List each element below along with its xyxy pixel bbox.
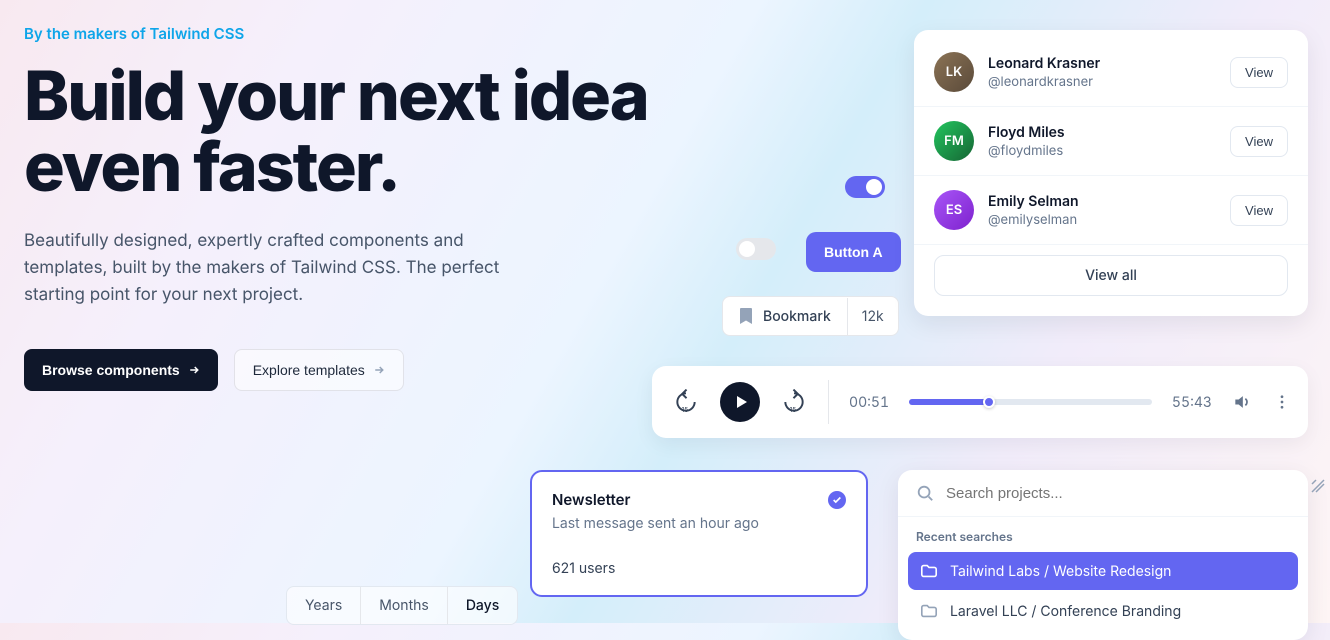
progress-track[interactable]: [909, 399, 1152, 405]
view-button[interactable]: View: [1230, 126, 1288, 157]
button-a[interactable]: Button A: [806, 232, 901, 272]
newsletter-users: 621 users: [552, 560, 846, 577]
newsletter-header: Newsletter: [552, 490, 846, 509]
person-name: Floyd Miles: [988, 124, 1230, 141]
newsletter-subtitle: Last message sent an hour ago: [552, 515, 846, 532]
view-button[interactable]: View: [1230, 195, 1288, 226]
person-row: FM Floyd Miles @floydmiles View: [914, 107, 1308, 176]
explore-templates-label: Explore templates: [253, 362, 365, 378]
person-row: ES Emily Selman @emilyselman View: [914, 176, 1308, 245]
toggle-knob: [739, 241, 755, 257]
headline: Build your next idea even faster.: [24, 61, 684, 204]
toggle-off[interactable]: [736, 238, 776, 260]
view-button[interactable]: View: [1230, 57, 1288, 88]
search-result-label: Laravel LLC / Conference Branding: [950, 603, 1181, 620]
divider: [828, 380, 829, 424]
search-result[interactable]: Tailwind Labs / Website Redesign: [908, 552, 1298, 590]
search-panel: Recent searches Tailwind Labs / Website …: [898, 470, 1308, 640]
view-all-button[interactable]: View all: [934, 255, 1288, 296]
resize-handle-icon: [1310, 478, 1326, 494]
segment-years[interactable]: Years: [287, 587, 361, 624]
explore-templates-button[interactable]: Explore templates: [234, 349, 404, 391]
person-handle: @emilyselman: [988, 212, 1230, 228]
volume-icon: [1232, 392, 1252, 412]
browse-components-label: Browse components: [42, 362, 180, 378]
recent-searches-label: Recent searches: [898, 517, 1308, 550]
cta-row: Browse components Explore templates: [24, 349, 684, 391]
person-name: Emily Selman: [988, 193, 1230, 210]
avatar: FM: [934, 121, 974, 161]
progress-fill: [909, 399, 989, 405]
avatar: LK: [934, 52, 974, 92]
browse-components-button[interactable]: Browse components: [24, 349, 218, 391]
person-info: Leonard Krasner @leonardkrasner: [988, 55, 1230, 90]
person-info: Floyd Miles @floydmiles: [988, 124, 1230, 159]
arrow-right-icon: [188, 364, 200, 376]
eyebrow-text: By the makers of Tailwind CSS: [24, 24, 684, 43]
subheadline: Beautifully designed, expertly crafted c…: [24, 228, 544, 310]
arrow-right-icon: [373, 364, 385, 376]
search-icon: [916, 484, 934, 502]
search-row: [898, 470, 1308, 517]
audio-player: 15 15 00:51 55:43: [652, 366, 1308, 438]
folder-icon: [920, 562, 938, 580]
current-time: 00:51: [849, 394, 889, 411]
bookmark-button[interactable]: Bookmark 12k: [722, 296, 899, 336]
progress-handle[interactable]: [983, 396, 995, 408]
check-badge: [828, 491, 846, 509]
person-info: Emily Selman @emilyselman: [988, 193, 1230, 228]
newsletter-card[interactable]: Newsletter Last message sent an hour ago…: [530, 470, 868, 597]
svg-text:15: 15: [790, 406, 797, 414]
people-card: LK Leonard Krasner @leonardkrasner View …: [914, 30, 1308, 316]
volume-button[interactable]: [1232, 392, 1252, 412]
person-row: LK Leonard Krasner @leonardkrasner View: [914, 38, 1308, 107]
search-result[interactable]: Laravel LLC / Conference Branding: [908, 592, 1298, 630]
segmented-control: Years Months Days: [286, 586, 518, 625]
search-input[interactable]: [946, 485, 1290, 502]
rewind-15-button[interactable]: 15: [672, 388, 700, 416]
check-icon: [832, 495, 842, 505]
segment-months[interactable]: Months: [361, 587, 448, 624]
bookmark-icon: [739, 307, 753, 325]
total-time: 55:43: [1172, 394, 1212, 411]
toggle-knob: [866, 179, 882, 195]
toggle-on[interactable]: [845, 176, 885, 198]
svg-text:15: 15: [682, 406, 689, 414]
bookmark-left: Bookmark: [723, 297, 847, 335]
person-handle: @floydmiles: [988, 143, 1230, 159]
dots-vertical-icon: [1273, 393, 1291, 411]
play-icon: [733, 394, 749, 410]
bookmark-label: Bookmark: [763, 308, 831, 325]
folder-icon: [920, 602, 938, 620]
search-result-label: Tailwind Labs / Website Redesign: [950, 563, 1171, 580]
person-handle: @leonardkrasner: [988, 74, 1230, 90]
person-name: Leonard Krasner: [988, 55, 1230, 72]
hero-section: By the makers of Tailwind CSS Build your…: [24, 24, 684, 391]
avatar: ES: [934, 190, 974, 230]
play-button[interactable]: [720, 382, 760, 422]
segment-days[interactable]: Days: [448, 587, 517, 624]
more-button[interactable]: [1272, 392, 1292, 412]
forward-15-button[interactable]: 15: [780, 388, 808, 416]
newsletter-title: Newsletter: [552, 490, 630, 509]
bookmark-count: 12k: [847, 298, 898, 335]
